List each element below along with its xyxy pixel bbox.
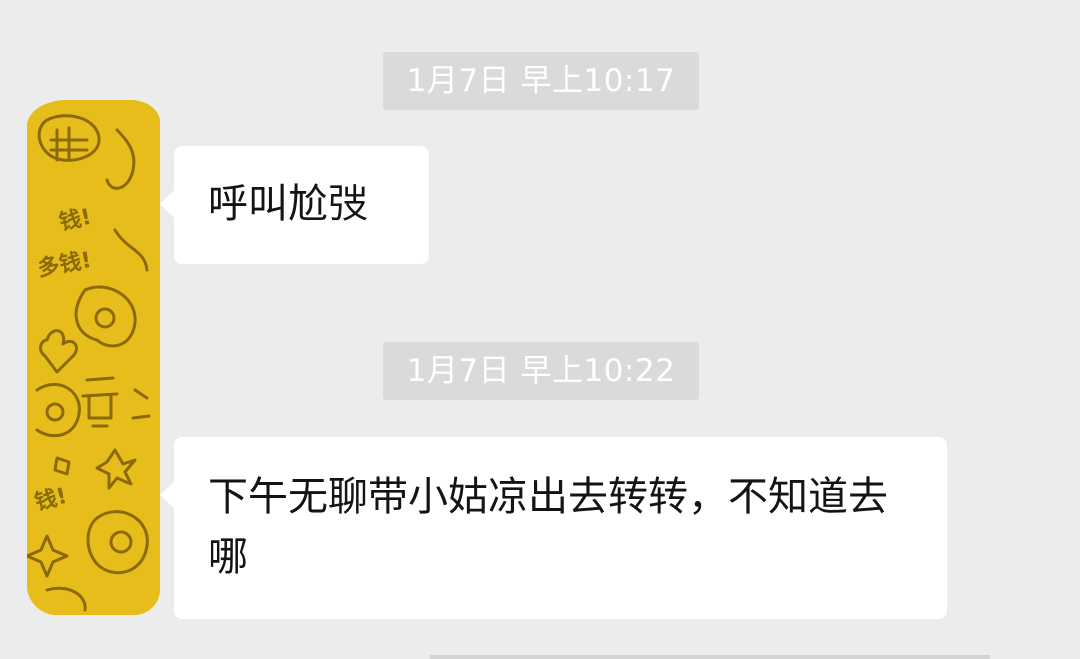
message-timestamp: 1月7日 早上10:17: [383, 52, 699, 110]
message-bubble[interactable]: 下午无聊带小姑凉出去转转，不知道去哪: [160, 437, 947, 619]
message-text: 下午无聊带小姑凉出去转转，不知道去哪: [208, 474, 888, 580]
chat-conversation: 1月7日 早上10:17 钱! 多钱! 钱! 呼叫尬弢 1月7日 早上10:22…: [0, 0, 1080, 659]
contact-avatar[interactable]: 钱! 多钱! 钱!: [27, 100, 160, 615]
message-text: 呼叫尬弢: [208, 181, 368, 227]
message-timestamp: 1月7日 早上10:22: [383, 342, 699, 400]
doodle-avatar-icon: 钱! 多钱! 钱!: [27, 100, 160, 615]
divider: [430, 655, 990, 659]
message-bubble[interactable]: 呼叫尬弢: [160, 146, 429, 264]
